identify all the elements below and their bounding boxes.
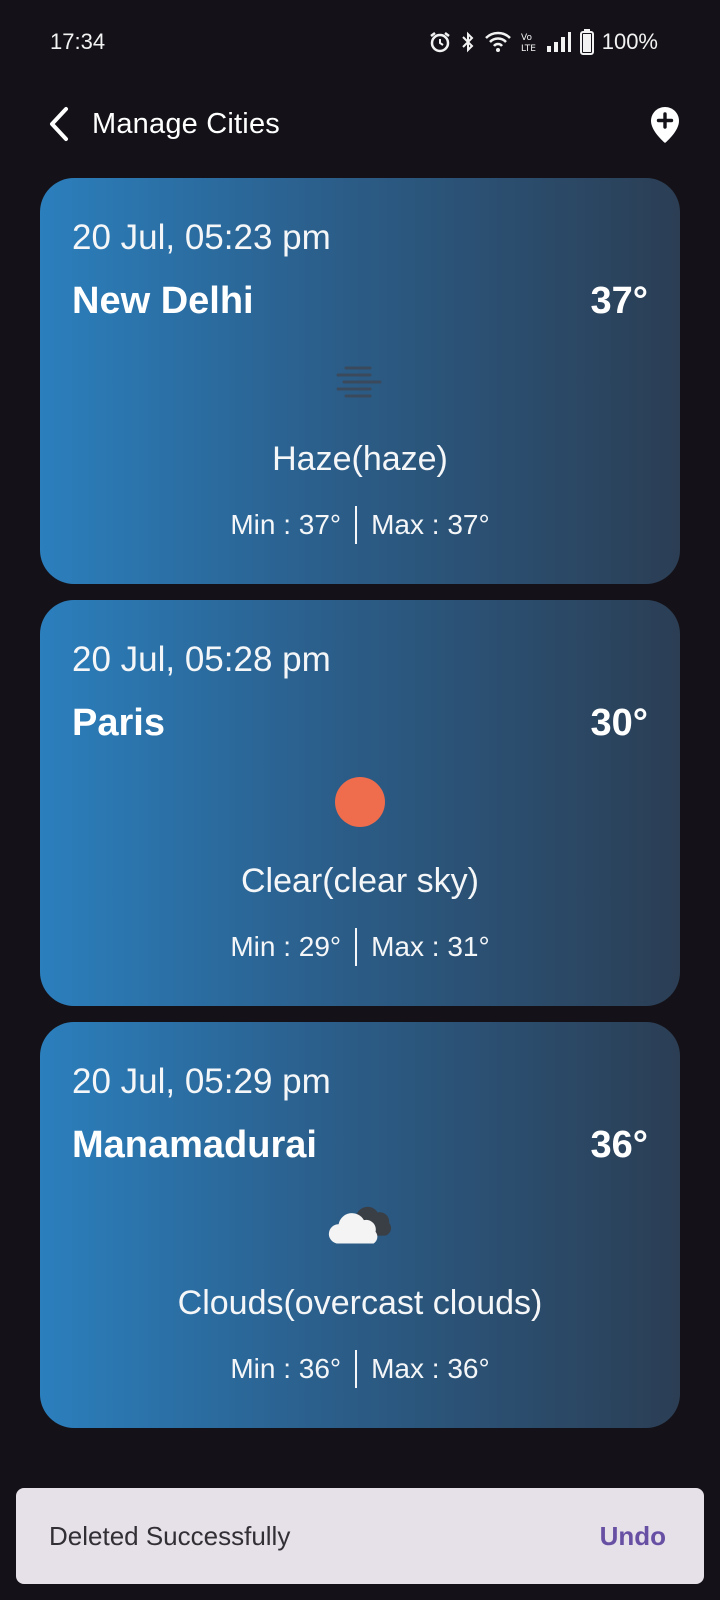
top-app-bar: Manage Cities bbox=[0, 90, 720, 162]
card-temperature: 30° bbox=[590, 702, 648, 744]
alarm-icon bbox=[428, 30, 452, 54]
card-temperature: 37° bbox=[590, 280, 648, 322]
card-min-temp: Min : 29° bbox=[230, 931, 342, 962]
undo-button[interactable]: Undo bbox=[600, 1521, 666, 1552]
card-datetime: 20 Jul, 05:28 pm bbox=[72, 640, 331, 679]
card-city-name: Manamadurai bbox=[72, 1124, 317, 1166]
city-card[interactable]: 20 Jul, 05:23 pm New Delhi 37° Haze(haze… bbox=[40, 178, 680, 584]
status-icons: Vo LTE 100% bbox=[428, 29, 658, 55]
snackbar: Deleted Successfully Undo bbox=[16, 1488, 704, 1584]
battery-icon bbox=[579, 29, 594, 55]
card-datetime: 20 Jul, 05:29 pm bbox=[72, 1062, 331, 1101]
status-time: 17:34 bbox=[50, 29, 106, 54]
back-button[interactable] bbox=[36, 102, 84, 150]
volte-icon: Vo LTE bbox=[520, 30, 538, 54]
divider bbox=[355, 928, 358, 966]
cloud-icon bbox=[325, 1194, 395, 1254]
card-city-name: New Delhi bbox=[72, 280, 254, 322]
card-min-temp: Min : 37° bbox=[230, 509, 342, 540]
wifi-icon bbox=[484, 31, 512, 53]
haze-icon bbox=[325, 350, 395, 410]
add-location-icon bbox=[650, 106, 680, 149]
card-datetime: 20 Jul, 05:23 pm bbox=[72, 218, 331, 257]
divider bbox=[355, 1350, 358, 1388]
page-title: Manage Cities bbox=[92, 108, 280, 140]
card-weather-description: Clear(clear sky) bbox=[240, 862, 480, 900]
status-bar: 17:34 Vo LTE 100% bbox=[0, 0, 720, 84]
card-min-max: Min : 29° Max : 31° bbox=[40, 928, 680, 966]
chevron-left-icon bbox=[46, 106, 74, 147]
sun-icon bbox=[325, 772, 395, 832]
city-card[interactable]: 20 Jul, 05:28 pm Paris 30° Clear(clear s… bbox=[40, 600, 680, 1006]
card-temperature: 36° bbox=[590, 1124, 648, 1166]
bluetooth-icon bbox=[460, 30, 476, 54]
snackbar-message: Deleted Successfully bbox=[49, 1520, 291, 1551]
card-weather-description: Clouds(overcast clouds) bbox=[177, 1284, 543, 1322]
signal-icon bbox=[546, 31, 572, 53]
card-min-temp: Min : 36° bbox=[230, 1353, 342, 1384]
card-max-temp: Max : 36° bbox=[371, 1353, 490, 1384]
card-min-max: Min : 37° Max : 37° bbox=[40, 506, 680, 544]
battery-percent: 100% bbox=[601, 29, 658, 54]
city-list: 20 Jul, 05:23 pm New Delhi 37° Haze(haze… bbox=[40, 178, 680, 1444]
card-weather-description: Haze(haze) bbox=[272, 440, 448, 478]
card-min-max: Min : 36° Max : 36° bbox=[40, 1350, 680, 1388]
add-city-button[interactable] bbox=[642, 104, 688, 150]
card-max-temp: Max : 37° bbox=[371, 509, 490, 540]
svg-text:LTE: LTE bbox=[521, 44, 536, 54]
city-card[interactable]: 20 Jul, 05:29 pm Manamadurai 36° Clouds(… bbox=[40, 1022, 680, 1428]
card-max-temp: Max : 31° bbox=[371, 931, 490, 962]
card-city-name: Paris bbox=[72, 702, 165, 744]
divider bbox=[355, 506, 358, 544]
svg-text:Vo: Vo bbox=[521, 33, 532, 43]
